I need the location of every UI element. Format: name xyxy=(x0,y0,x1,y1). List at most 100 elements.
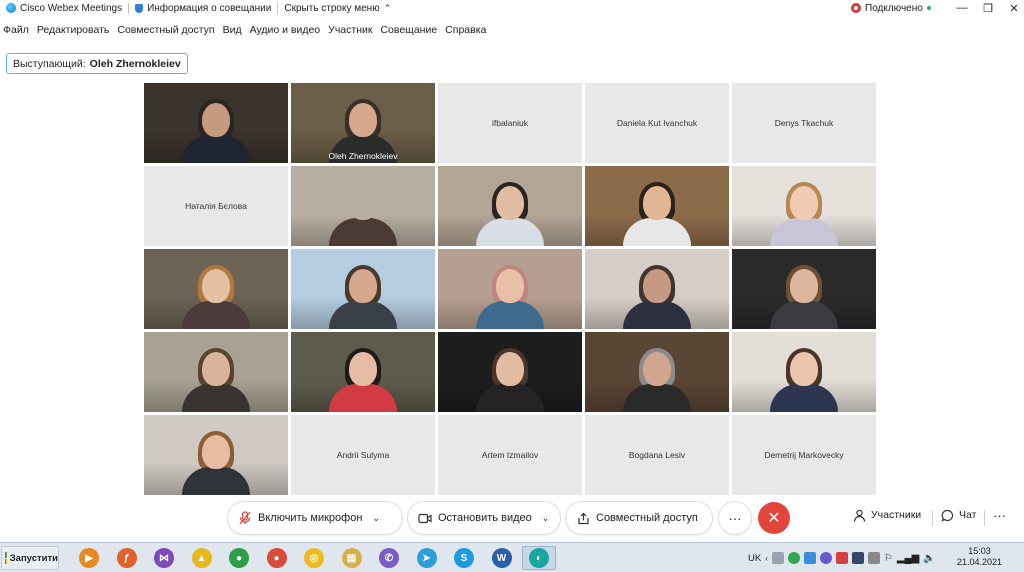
video-grid: Oleh Zhernokleiev ifbalaniuk Daniela Kut I… xyxy=(144,83,876,495)
chat-button[interactable]: Чат xyxy=(940,508,976,522)
participant-figure xyxy=(176,346,256,412)
taskbar-app[interactable]: ● xyxy=(222,546,256,570)
participant-video-tile[interactable] xyxy=(291,332,435,412)
participant-video-tile[interactable] xyxy=(144,83,288,163)
participant-video-tile[interactable] xyxy=(438,332,582,412)
panel-more-button[interactable]: ··· xyxy=(993,508,1006,523)
menu-view[interactable]: Вид xyxy=(220,24,247,36)
participants-button[interactable]: Участники xyxy=(852,508,921,522)
participant-placeholder-tile[interactable]: Artem Izmailov xyxy=(438,415,582,495)
unmute-button[interactable]: Включить микрофон ⌄ xyxy=(228,502,402,534)
hide-menu-button[interactable]: Скрыть строку меню ⌃ xyxy=(278,0,397,16)
participant-video-tile[interactable] xyxy=(144,415,288,495)
participant-video-tile[interactable] xyxy=(144,249,288,329)
participant-placeholder-tile[interactable]: ifbalaniuk xyxy=(438,83,582,163)
share-button[interactable]: Совместный доступ xyxy=(566,502,712,534)
menu-edit[interactable]: Редактировать xyxy=(34,24,115,36)
flag-icon[interactable]: ⚐ xyxy=(884,553,893,564)
close-icon[interactable]: ✕ xyxy=(1008,2,1020,15)
minimize-icon[interactable]: — xyxy=(956,2,968,14)
chevron-left-icon[interactable]: ‹ xyxy=(765,554,768,563)
signal-icon[interactable]: ▂▄▆ xyxy=(897,553,919,564)
tray-app-icon[interactable] xyxy=(787,552,800,564)
participant-video-tile[interactable] xyxy=(438,166,582,246)
stop-video-button[interactable]: Остановить видео ⌄ xyxy=(408,502,560,534)
connected-dot-icon xyxy=(926,6,931,10)
participant-video-tile[interactable] xyxy=(585,332,729,412)
participant-placeholder-tile[interactable]: Andrii Sulyma xyxy=(291,415,435,495)
participant-name: Demetrij Markovecky xyxy=(764,450,844,460)
taskbar-app[interactable]: ▤ xyxy=(335,546,369,570)
participant-video-tile[interactable] xyxy=(585,166,729,246)
participant-video-tile[interactable]: Oleh Zhernokleiev xyxy=(291,83,435,163)
participant-video-tile[interactable] xyxy=(438,249,582,329)
meeting-info-button[interactable]: Информация о совещании xyxy=(129,0,277,16)
taskbar-app[interactable]: W xyxy=(485,546,519,570)
menu-meeting[interactable]: Совещание xyxy=(377,24,442,36)
restore-icon[interactable]: ❐ xyxy=(982,2,994,15)
start-button[interactable]: Запустити xyxy=(1,546,59,570)
participant-placeholder-tile[interactable]: Daniela Kut Ivanchuk xyxy=(585,83,729,163)
record-icon xyxy=(851,3,861,13)
taskbar-app[interactable]: ➤ xyxy=(410,546,444,570)
taskbar-app[interactable]: ◎ xyxy=(297,546,331,570)
participant-figure xyxy=(617,346,697,412)
more-options-button[interactable]: ··· xyxy=(719,502,751,534)
participant-figure xyxy=(323,180,403,246)
participant-video-tile[interactable] xyxy=(732,166,876,246)
tray-app-icon[interactable] xyxy=(835,552,848,564)
participant-figure xyxy=(617,180,697,246)
volume-icon[interactable]: 🔈 xyxy=(923,553,935,564)
chevron-up-icon: ⌃ xyxy=(383,2,392,13)
taskbar-app[interactable]: ƒ xyxy=(110,546,144,570)
taskbar-app[interactable]: ▶ xyxy=(72,546,106,570)
menu-participant[interactable]: Участник xyxy=(325,24,377,36)
participant-video-tile[interactable] xyxy=(585,249,729,329)
more-icon: ··· xyxy=(728,510,742,526)
menu-share[interactable]: Совместный доступ xyxy=(114,24,219,36)
clock[interactable]: 15:03 21.04.2021 xyxy=(957,546,1002,568)
taskbar-app[interactable]: ▲ xyxy=(185,546,219,570)
speaker-name: Oleh Zhernokleiev xyxy=(89,57,181,70)
viber-icon: ✆ xyxy=(379,548,399,568)
participant-name: Artem Izmailov xyxy=(481,450,539,460)
network-icon[interactable] xyxy=(867,552,880,564)
tray-app-icon[interactable] xyxy=(803,552,816,564)
participant-placeholder-tile[interactable]: Наталія Бєлова xyxy=(144,166,288,246)
taskbar-app[interactable]: S xyxy=(447,546,481,570)
participant-placeholder-tile[interactable]: Demetrij Markovecky xyxy=(732,415,876,495)
language-indicator[interactable]: UK xyxy=(748,553,761,564)
tray-app-icon[interactable] xyxy=(851,552,864,564)
archicad-icon: ▲ xyxy=(191,548,212,568)
menu-help[interactable]: Справка xyxy=(442,24,491,36)
taskbar-app[interactable]: ✆ xyxy=(372,546,406,570)
divider xyxy=(984,510,985,526)
participant-video-tile[interactable] xyxy=(732,332,876,412)
chevron-down-icon[interactable]: ⌄ xyxy=(542,513,550,524)
tray-app-icon[interactable] xyxy=(819,552,832,564)
menu-file[interactable]: Файл xyxy=(0,24,34,36)
leave-meeting-button[interactable]: ✕ xyxy=(758,502,790,534)
participant-placeholder-tile[interactable]: Bogdana Lesiv xyxy=(585,415,729,495)
windows-taskbar: Запустити ▶ ƒ ⋈ ▲ ● ● ◎ ▤ ✆ ➤ S W ◐ UK ‹ ⚐ ▂▄▆ 🔈 15:… xyxy=(0,542,1024,572)
app-title: Cisco Webex Meetings xyxy=(0,0,128,16)
participant-figure xyxy=(176,97,256,163)
participant-video-tile[interactable] xyxy=(144,332,288,412)
participant-video-tile[interactable] xyxy=(732,249,876,329)
taskbar-app[interactable]: ⋈ xyxy=(147,546,181,570)
yandex-browser-icon: ◎ xyxy=(304,548,324,568)
menu-audio-video[interactable]: Аудио и видео xyxy=(247,24,326,36)
menu-bar: Файл Редактировать Совместный доступ Вид… xyxy=(0,22,491,38)
chevron-down-icon[interactable]: ⌄ xyxy=(372,513,380,524)
participant-name: ifbalaniuk xyxy=(492,118,528,128)
taskbar-app[interactable]: ● xyxy=(260,546,294,570)
participant-video-tile[interactable] xyxy=(291,166,435,246)
participant-figure xyxy=(323,346,403,412)
participant-placeholder-tile[interactable]: Denys Tkachuk xyxy=(732,83,876,163)
tray-app-icon[interactable] xyxy=(771,552,784,564)
close-icon: ✕ xyxy=(767,510,781,527)
participant-video-tile[interactable] xyxy=(291,249,435,329)
start-label: Запустити xyxy=(9,552,58,564)
participants-label: Участники xyxy=(871,509,922,521)
taskbar-app[interactable]: ◐ xyxy=(522,546,556,570)
